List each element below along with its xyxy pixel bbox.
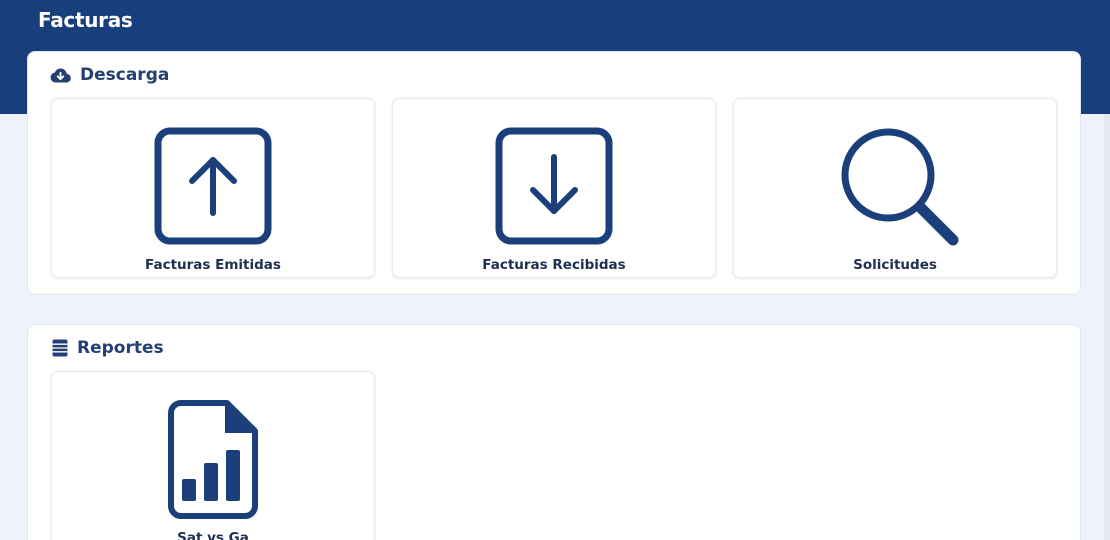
section-header-download: Descarga [50,64,169,86]
cloud-download-icon [50,67,71,83]
card-solicitudes[interactable]: Solicitudes [733,98,1057,278]
file-chart-icon [168,400,258,519]
section-title-download: Descarga [80,65,170,85]
upload-arrow-box-icon [154,127,272,245]
card-facturas-recibidas[interactable]: Facturas Recibidas [392,98,716,278]
card-label: Facturas Recibidas [482,257,626,273]
section-download: Descarga Facturas Emitidas Facturas Reci… [27,51,1081,295]
section-title-reports: Reportes [77,338,164,358]
section-reports: Reportes Sat vs Ga [27,324,1081,540]
download-arrow-box-icon [495,127,613,245]
card-label: Facturas Emitidas [145,257,281,273]
card-label: Sat vs Ga [177,530,249,540]
card-facturas-emitidas[interactable]: Facturas Emitidas [51,98,375,278]
scrollbar-track[interactable] [1104,114,1110,540]
card-label: Solicitudes [853,257,937,273]
card-sat-vs-ga[interactable]: Sat vs Ga [51,371,375,540]
list-table-icon [52,339,68,357]
page-title: Facturas [38,8,133,32]
magnifier-icon [841,128,959,246]
section-header-reports: Reportes [52,337,164,359]
